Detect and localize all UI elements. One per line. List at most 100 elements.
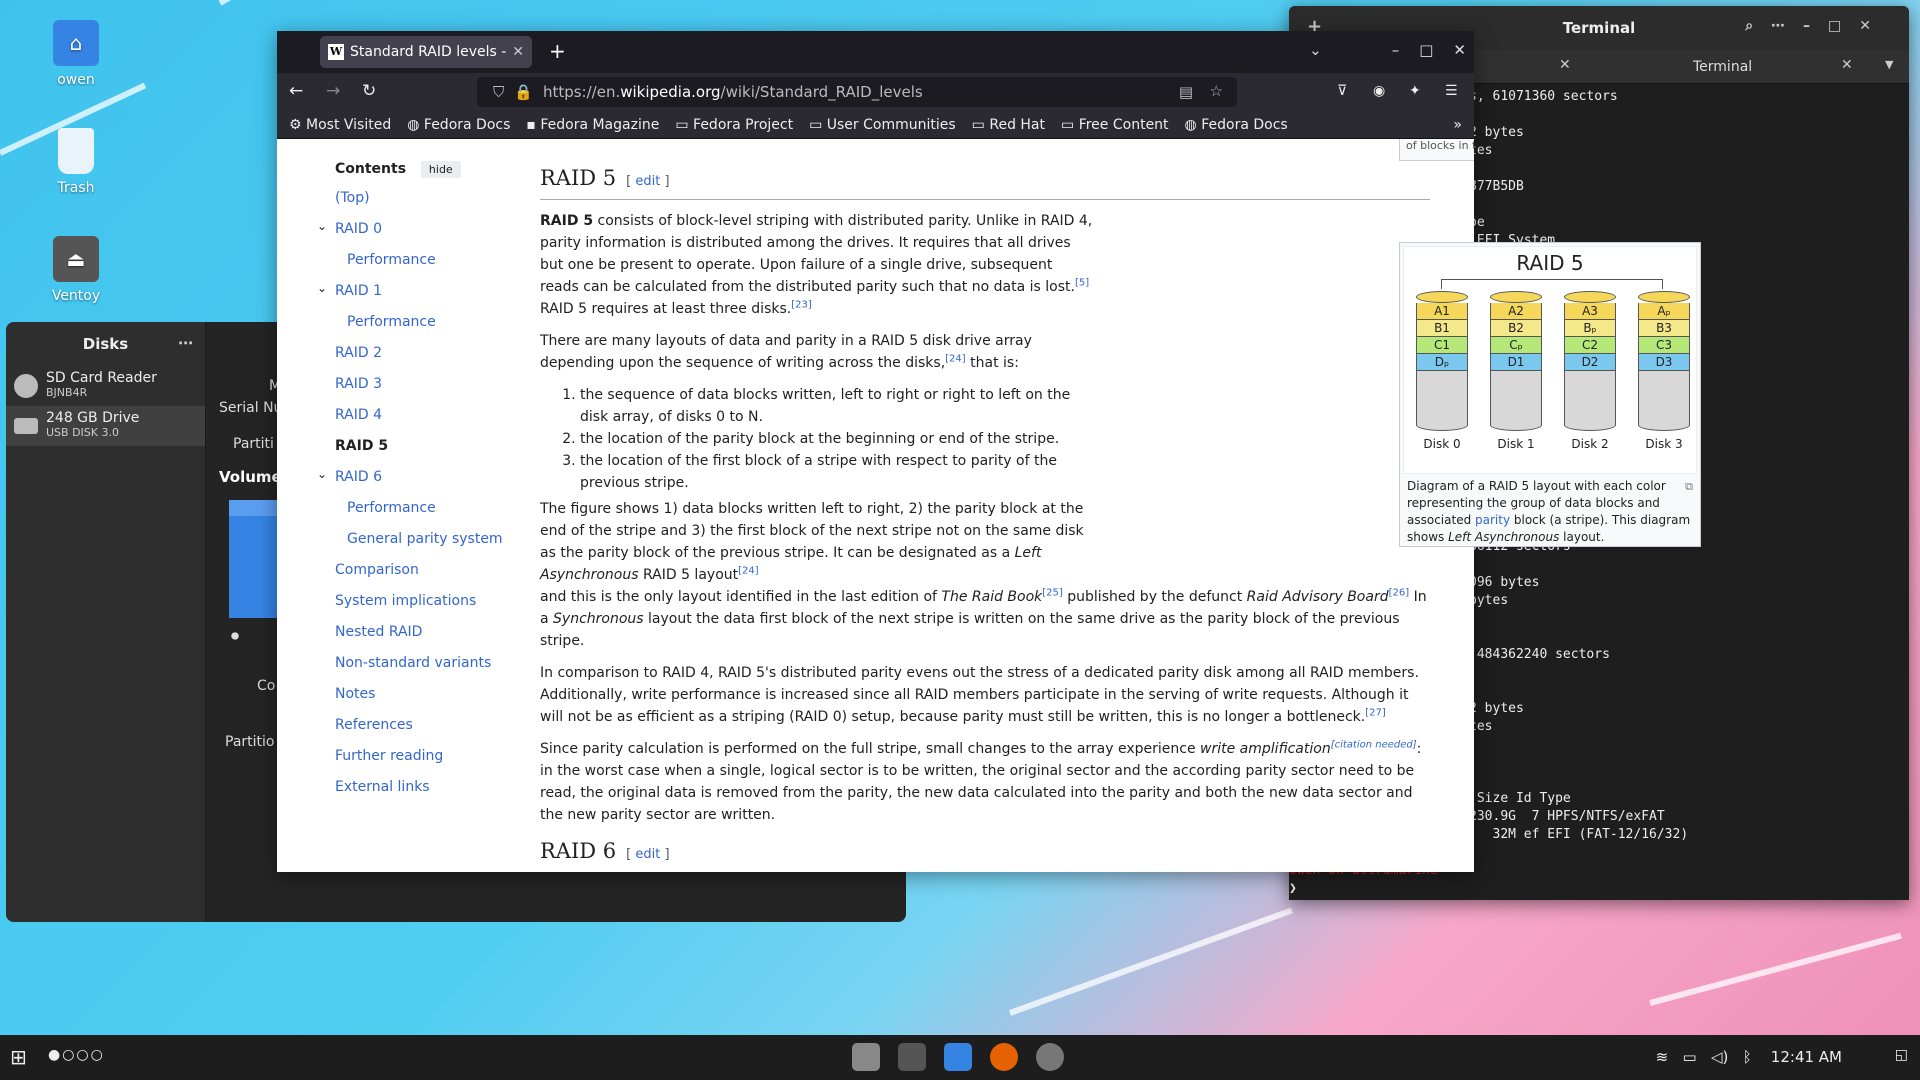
bookmark-star-icon[interactable]: ☆ <box>1210 82 1223 100</box>
battery-icon[interactable]: ▭ <box>1683 1048 1697 1066</box>
menu-icon[interactable]: ☰ <box>1445 83 1458 99</box>
more-bookmarks-icon[interactable]: » <box>1453 117 1462 133</box>
wifi-icon[interactable]: ≋ <box>1656 1048 1669 1066</box>
list-item: the sequence of data blocks written, lef… <box>580 384 1095 428</box>
close-icon[interactable]: ✕ <box>1453 41 1466 59</box>
citation-link[interactable]: [26] <box>1389 587 1410 598</box>
close-tab-icon[interactable]: ✕ <box>1841 57 1853 73</box>
toc-item[interactable]: ⌄ RAID 0 <box>317 219 495 252</box>
pocket-icon[interactable]: ⊽ <box>1337 83 1347 99</box>
toc-item[interactable]: Further reading <box>335 748 495 779</box>
bookmark-fedora-magazine[interactable]: ▪ Fedora Magazine <box>526 117 659 133</box>
app-launcher-icon[interactable]: ⊞ <box>10 1045 27 1069</box>
edit-link-text[interactable]: edit <box>635 847 660 862</box>
device-sd-card-reader[interactable]: SD Card Reader BJNB4R <box>6 366 205 406</box>
bookmark-user-communities[interactable]: ▭ User Communities <box>809 117 956 133</box>
desktop-icon-home[interactable]: ⌂ owen <box>26 20 126 88</box>
terminal-tab[interactable]: Terminal <box>1693 59 1752 75</box>
text: There are many layouts of data and parit… <box>540 333 1032 371</box>
toc-item[interactable]: (Top) <box>335 190 495 221</box>
bookmark-red-hat[interactable]: ▭ Red Hat <box>972 117 1045 133</box>
toc-item[interactable]: RAID 4 <box>335 407 495 438</box>
files-app-icon[interactable] <box>944 1043 972 1071</box>
new-tab-icon[interactable]: + <box>549 39 566 63</box>
citation-link[interactable]: [24] <box>945 353 966 364</box>
bookmark-most-visited[interactable]: ⚙ Most Visited <box>289 117 391 133</box>
bookmark-fedora-project[interactable]: ▭ Fedora Project <box>675 117 793 133</box>
section-heading-raid5: RAID 5 [ edit ] <box>540 167 1430 200</box>
chevron-down-icon[interactable]: ⌄ <box>317 281 327 295</box>
list-tabs-icon[interactable]: ⌄ <box>1309 41 1322 59</box>
close-tab-icon[interactable]: ✕ <box>512 44 524 60</box>
menu-icon[interactable]: ⋯ <box>178 334 193 352</box>
settings-app-icon[interactable] <box>1036 1043 1064 1071</box>
edit-link-text[interactable]: edit <box>635 174 660 189</box>
firefox-app-icon[interactable] <box>990 1043 1018 1071</box>
bookmark-free-content[interactable]: ▭ Free Content <box>1061 117 1169 133</box>
browser-tab[interactable]: W Standard RAID levels - W ✕ <box>320 36 532 68</box>
data-block: Bₚ <box>1564 320 1616 337</box>
minimize-icon[interactable]: – <box>1392 41 1400 59</box>
toc-item[interactable]: RAID 3 <box>335 376 495 407</box>
bookmark-fedora-docs-2[interactable]: ◍ Fedora Docs <box>1185 117 1288 133</box>
toc-item[interactable]: Performance <box>335 500 495 531</box>
toc-item[interactable]: General parity system <box>335 531 503 562</box>
forward-icon[interactable]: → <box>326 81 340 101</box>
toc-item[interactable]: Performance <box>335 252 495 283</box>
toc-item[interactable]: ⌄ RAID 1 <box>317 281 495 314</box>
toc-item[interactable]: Performance <box>335 314 495 345</box>
stop-icon[interactable]: ⏺ <box>231 626 239 646</box>
parity-link[interactable]: parity <box>1475 513 1510 527</box>
close-tab-icon[interactable]: ✕ <box>1559 57 1571 73</box>
chevron-down-icon[interactable]: ⌄ <box>317 219 327 233</box>
partitioning-label: Partiti <box>233 436 274 452</box>
toc-item[interactable]: External links <box>335 779 495 810</box>
back-icon[interactable]: ← <box>289 81 303 101</box>
toc-hide-button[interactable]: hide <box>420 161 461 178</box>
bluetooth-icon[interactable]: ᛒ <box>1743 1048 1752 1066</box>
tab-menu-icon[interactable]: ▼ <box>1885 58 1893 71</box>
toc-item[interactable]: Non-standard variants <box>335 655 495 686</box>
toc-item[interactable]: RAID 5 <box>335 438 495 469</box>
desktop-icon-ventoy[interactable]: ⏏ Ventoy <box>26 236 126 304</box>
search-app-icon[interactable] <box>852 1043 880 1071</box>
citation-link[interactable]: [24] <box>738 565 759 576</box>
account-icon[interactable]: ◉ <box>1373 83 1385 99</box>
toc-item[interactable]: References <box>335 717 495 748</box>
citation-link[interactable]: [5] <box>1075 277 1089 288</box>
edit-link[interactable]: [ edit ] <box>626 847 669 862</box>
device-248gb-drive[interactable]: 248 GB Drive USB DISK 3.0 <box>6 406 205 446</box>
raid5-diagram[interactable]: RAID 5 A1 B1 C1 Dₚ Disk 0 A2 B2 Cₚ D1 Disk 1 A3 Bₚ C… <box>1403 246 1697 474</box>
toc-item[interactable]: Comparison <box>335 562 495 593</box>
clock[interactable]: 12:41 AM <box>1771 1048 1842 1066</box>
reload-icon[interactable]: ↻ <box>362 81 376 101</box>
toc-item[interactable]: RAID 2 <box>335 345 495 376</box>
data-block: B1 <box>1416 320 1468 337</box>
terminal-app-icon[interactable] <box>898 1043 926 1071</box>
toc-item[interactable]: Notes <box>335 686 495 717</box>
toc-item[interactable]: System implications <box>335 593 495 624</box>
workspace-pager[interactable]: ●○○○ <box>48 1047 105 1063</box>
url-bar[interactable]: ⛉ 🔒 https://en. wikipedia.org/wiki/Standa… <box>477 77 1237 107</box>
citation-needed-link[interactable]: [citation needed] <box>1331 739 1417 750</box>
maximize-icon[interactable]: □ <box>1419 41 1433 59</box>
toc-item[interactable]: ⌄ RAID 6 <box>317 467 495 500</box>
data-block: B3 <box>1638 320 1690 337</box>
bookmark-fedora-docs[interactable]: ◍ Fedora Docs <box>407 117 510 133</box>
citation-link[interactable]: [23] <box>791 299 812 310</box>
reader-view-icon[interactable]: ▤ <box>1179 83 1193 101</box>
toc-item[interactable]: Nested RAID <box>335 624 495 655</box>
edit-link[interactable]: [ edit ] <box>626 174 669 189</box>
extensions-icon[interactable]: ✦ <box>1409 83 1421 99</box>
citation-link[interactable]: [27] <box>1365 707 1386 718</box>
toc-item-label: RAID 6 <box>335 469 383 485</box>
notifications-icon[interactable]: ◱ <box>1895 1047 1908 1063</box>
enlarge-icon[interactable]: ⧉ <box>1685 478 1693 495</box>
window-controls[interactable]: ⌕⋯–□✕ <box>1745 18 1889 34</box>
chevron-down-icon[interactable]: ⌄ <box>317 467 327 481</box>
volume-icon[interactable]: ◁) <box>1711 1048 1728 1066</box>
desktop-icon-trash[interactable]: Trash <box>26 128 126 196</box>
system-tray[interactable]: ≋ ▭ ◁) ᛒ 12:41 AM <box>1656 1048 1842 1066</box>
shield-icon[interactable]: ⛉ <box>493 83 504 101</box>
citation-link[interactable]: [25] <box>1042 587 1063 598</box>
